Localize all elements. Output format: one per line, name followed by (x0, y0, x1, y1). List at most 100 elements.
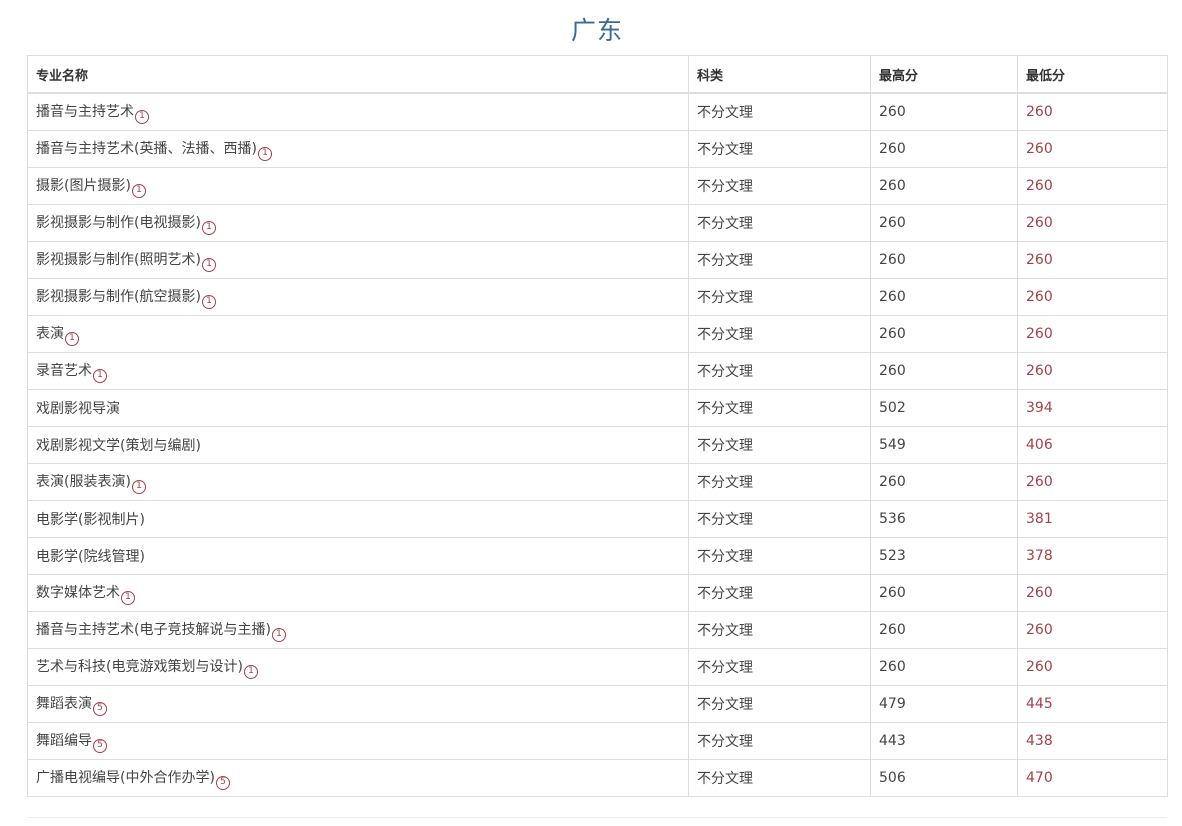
category-cell: 不分文理 (688, 722, 871, 760)
table-body: 播音与主持艺术 1 不分文理 260 260 播音与主持艺术(英播、法播、西播) 1 不分文理… (27, 92, 1168, 797)
category-cell: 不分文理 (688, 204, 871, 242)
major-name: 录音艺术 (36, 362, 92, 379)
major-name-cell: 数字媒体艺术 1 (27, 574, 689, 612)
min-score-cell: 260 (1017, 463, 1168, 501)
min-score-cell: 406 (1017, 426, 1168, 464)
score-table: 专业名称 科类 最高分 最低分 播音与主持艺术 1 不分文理 260 260 播音与主持艺… (27, 55, 1168, 797)
min-score-cell: 260 (1017, 315, 1168, 353)
table-row: 播音与主持艺术(电子竞技解说与主播) 1 不分文理 260 260 (27, 611, 1168, 649)
major-name: 摄影(图片摄影) (36, 177, 131, 194)
max-score-cell: 260 (870, 315, 1018, 353)
major-name: 表演(服装表演) (36, 473, 131, 490)
major-name: 影视摄影与制作(航空摄影) (36, 288, 201, 305)
major-name: 播音与主持艺术 (36, 103, 134, 120)
header-min-score: 最低分 (1017, 55, 1168, 94)
major-name-cell: 影视摄影与制作(航空摄影) 1 (27, 278, 689, 316)
footnote-mark: 1 (135, 109, 149, 124)
table-row: 戏剧影视文学(策划与编剧) 不分文理 549 406 (27, 426, 1168, 464)
min-score-cell: 438 (1017, 722, 1168, 760)
max-score-cell: 523 (870, 537, 1018, 575)
header-max-score: 最高分 (870, 55, 1018, 94)
major-name-cell: 舞蹈表演 5 (27, 685, 689, 723)
major-name-cell: 影视摄影与制作(电视摄影) 1 (27, 204, 689, 242)
category-cell: 不分文理 (688, 611, 871, 649)
category-cell: 不分文理 (688, 315, 871, 353)
major-name: 播音与主持艺术(电子竞技解说与主播) (36, 621, 271, 638)
major-name-cell: 戏剧影视导演 (27, 389, 689, 427)
category-cell: 不分文理 (688, 463, 871, 501)
major-name-cell: 表演(服装表演) 1 (27, 463, 689, 501)
table-header-row: 专业名称 科类 最高分 最低分 (27, 55, 1168, 94)
category-cell: 不分文理 (688, 389, 871, 427)
max-score-cell: 549 (870, 426, 1018, 464)
min-score-cell: 260 (1017, 352, 1168, 390)
table-row: 电影学(院线管理) 不分文理 523 378 (27, 537, 1168, 575)
major-name: 戏剧影视文学(策划与编剧) (36, 438, 201, 454)
table-row: 影视摄影与制作(航空摄影) 1 不分文理 260 260 (27, 278, 1168, 316)
category-cell: 不分文理 (688, 167, 871, 205)
header-category: 科类 (688, 55, 871, 94)
major-name: 表演 (36, 325, 64, 342)
category-cell: 不分文理 (688, 759, 871, 797)
min-score-cell: 394 (1017, 389, 1168, 427)
max-score-cell: 502 (870, 389, 1018, 427)
major-name-cell: 录音艺术 1 (27, 352, 689, 390)
category-cell: 不分文理 (688, 500, 871, 538)
max-score-cell: 260 (870, 611, 1018, 649)
table-row: 戏剧影视导演 不分文理 502 394 (27, 389, 1168, 427)
major-name: 电影学(院线管理) (36, 549, 145, 565)
table-row: 影视摄影与制作(电视摄影) 1 不分文理 260 260 (27, 204, 1168, 242)
table-row: 摄影(图片摄影) 1 不分文理 260 260 (27, 167, 1168, 205)
max-score-cell: 260 (870, 241, 1018, 279)
category-cell: 不分文理 (688, 537, 871, 575)
major-name-cell: 广播电视编导(中外合作办学) 5 (27, 759, 689, 797)
min-score-cell: 445 (1017, 685, 1168, 723)
major-name: 数字媒体艺术 (36, 584, 120, 601)
category-cell: 不分文理 (688, 130, 871, 168)
table-row: 影视摄影与制作(照明艺术) 1 不分文理 260 260 (27, 241, 1168, 279)
major-name: 艺术与科技(电竞游戏策划与设计) (36, 658, 243, 675)
table-row: 舞蹈表演 5 不分文理 479 445 (27, 685, 1168, 723)
min-score-cell: 260 (1017, 130, 1168, 168)
footnote-mark: 1 (201, 220, 216, 235)
min-score-cell: 260 (1017, 648, 1168, 686)
major-name-cell: 影视摄影与制作(照明艺术) 1 (27, 241, 689, 279)
footnote-mark: 1 (131, 183, 146, 198)
min-score-cell: 260 (1017, 204, 1168, 242)
major-name: 戏剧影视导演 (36, 401, 120, 417)
footnote-mark: 5 (215, 775, 230, 790)
category-cell: 不分文理 (688, 241, 871, 279)
footnote-mark: 1 (243, 664, 258, 679)
major-name-cell: 摄影(图片摄影) 1 (27, 167, 689, 205)
category-cell: 不分文理 (688, 278, 871, 316)
major-name-cell: 播音与主持艺术(英播、法播、西播) 1 (27, 130, 689, 168)
max-score-cell: 260 (870, 463, 1018, 501)
major-name-cell: 电影学(影视制片) (27, 500, 689, 538)
min-score-cell: 378 (1017, 537, 1168, 575)
major-name: 影视摄影与制作(电视摄影) (36, 214, 201, 231)
table-row: 数字媒体艺术 1 不分文理 260 260 (27, 574, 1168, 612)
table-row: 电影学(影视制片) 不分文理 536 381 (27, 500, 1168, 538)
major-name-cell: 表演 1 (27, 315, 689, 353)
footnote-mark: 1 (257, 146, 272, 161)
max-score-cell: 479 (870, 685, 1018, 723)
footnote-mark: 1 (65, 331, 79, 346)
major-name: 影视摄影与制作(照明艺术) (36, 251, 201, 268)
table-row: 播音与主持艺术 1 不分文理 260 260 (27, 92, 1168, 131)
major-name-cell: 戏剧影视文学(策划与编剧) (27, 426, 689, 464)
category-cell: 不分文理 (688, 352, 871, 390)
min-score-cell: 470 (1017, 759, 1168, 797)
table-row: 艺术与科技(电竞游戏策划与设计) 1 不分文理 260 260 (27, 648, 1168, 686)
max-score-cell: 260 (870, 648, 1018, 686)
footnote-mark: 5 (93, 701, 107, 716)
major-name: 电影学(影视制片) (36, 512, 145, 528)
min-score-cell: 260 (1017, 574, 1168, 612)
major-name-cell: 艺术与科技(电竞游戏策划与设计) 1 (27, 648, 689, 686)
max-score-cell: 443 (870, 722, 1018, 760)
major-name-cell: 舞蹈编导 5 (27, 722, 689, 760)
major-name: 播音与主持艺术(英播、法播、西播) (36, 140, 257, 157)
category-cell: 不分文理 (688, 426, 871, 464)
table-row: 舞蹈编导 5 不分文理 443 438 (27, 722, 1168, 760)
page-title: 广东 (570, 16, 623, 45)
table-row: 播音与主持艺术(英播、法播、西播) 1 不分文理 260 260 (27, 130, 1168, 168)
